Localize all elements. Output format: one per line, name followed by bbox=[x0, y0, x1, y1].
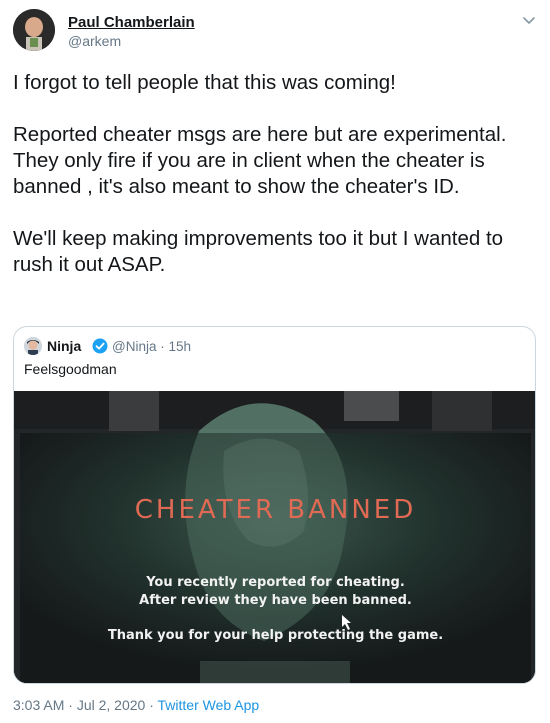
tweet-paragraph: Reported cheater msgs are here but are e… bbox=[13, 123, 507, 198]
tweet-time[interactable]: 3:03 AM bbox=[13, 697, 64, 713]
quoted-text: Feelsgoodman bbox=[24, 361, 117, 377]
quoted-media-image[interactable]: CHEATER BANNED You recently reported for… bbox=[14, 391, 535, 683]
separator: · bbox=[149, 697, 154, 713]
author-name[interactable]: Paul Chamberlain bbox=[68, 14, 195, 31]
quoted-avatar[interactable] bbox=[24, 337, 42, 355]
media-banner-title: CHEATER BANNED bbox=[134, 495, 417, 525]
media-banner-line: You recently reported for cheating. bbox=[146, 575, 405, 590]
media-banner-line: Thank you for your help protecting the g… bbox=[107, 628, 444, 643]
tweet-text: I forgot to tell people that this was co… bbox=[13, 70, 533, 278]
quoted-timestamp[interactable]: 15h bbox=[169, 339, 192, 354]
author-handle[interactable]: @arkem bbox=[68, 33, 121, 49]
quoted-author-handle[interactable]: @Ninja bbox=[112, 339, 156, 354]
media-banner-line: After review they have been banned. bbox=[139, 593, 412, 608]
quoted-meta: @Ninja · 15h bbox=[112, 339, 191, 354]
verified-badge-icon bbox=[92, 338, 108, 354]
tweet-paragraph: We'll keep making improvements too it bu… bbox=[13, 227, 504, 276]
source-app-link[interactable]: Twitter Web App bbox=[158, 697, 260, 713]
author-avatar[interactable] bbox=[13, 9, 55, 51]
tweet[interactable]: Paul Chamberlain @arkem I forgot to tell… bbox=[0, 0, 550, 723]
tweet-paragraph: I forgot to tell people that this was co… bbox=[13, 71, 396, 94]
separator: · bbox=[160, 339, 165, 354]
separator: · bbox=[68, 697, 73, 713]
tweet-date[interactable]: Jul 2, 2020 bbox=[77, 697, 146, 713]
quoted-tweet[interactable]: Ninja @Ninja · 15h Feelsgoodman CHEATER … bbox=[13, 326, 536, 684]
chevron-down-icon[interactable] bbox=[520, 14, 538, 28]
quoted-author-name[interactable]: Ninja bbox=[47, 338, 81, 354]
tweet-meta: 3:03 AM · Jul 2, 2020 · Twitter Web App bbox=[13, 697, 259, 713]
